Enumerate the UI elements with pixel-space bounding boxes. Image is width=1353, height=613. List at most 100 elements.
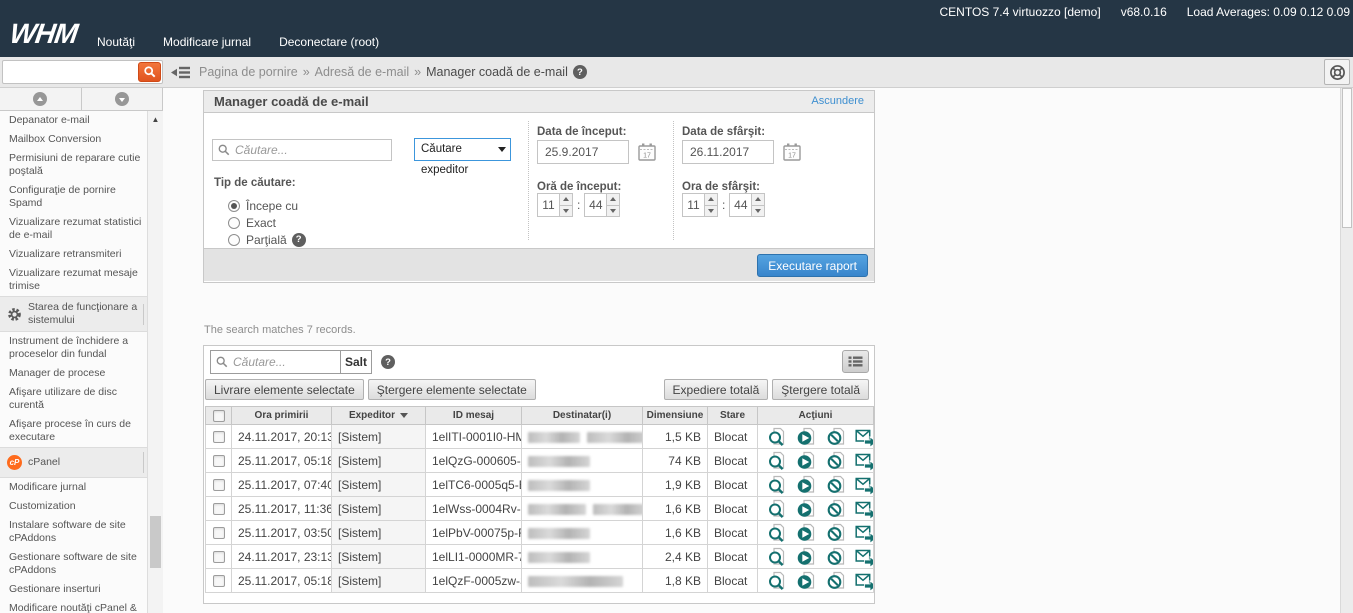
- sidebar-item[interactable]: Modificare jurnal: [0, 478, 163, 497]
- page-scrollbar-thumb[interactable]: [1342, 88, 1352, 228]
- sidebar-item[interactable]: Permisiuni de reparare cutie poştală: [0, 149, 163, 181]
- collapse-sidebar-icon[interactable]: [171, 65, 191, 80]
- unqueue-message-icon[interactable]: [826, 523, 846, 543]
- sidebar-item[interactable]: Modificare noutăţi cPanel & WHM: [0, 599, 163, 613]
- deliver-message-icon[interactable]: [796, 475, 816, 495]
- col-size[interactable]: Dimensiune: [643, 407, 708, 425]
- deliver-message-icon[interactable]: [796, 427, 816, 447]
- radio-starts-with[interactable]: Începe cu ?: [228, 197, 306, 214]
- view-message-icon[interactable]: [767, 499, 787, 519]
- calendar-icon[interactable]: 17: [638, 143, 656, 161]
- sidebar-scrollbar[interactable]: ▲: [147, 111, 163, 613]
- sidebar-scroll-down-button[interactable]: [82, 88, 164, 110]
- unqueue-message-icon[interactable]: [826, 571, 846, 591]
- sidebar-item[interactable]: Depanator e-mail: [0, 111, 163, 130]
- row-checkbox[interactable]: [213, 575, 225, 587]
- view-message-icon[interactable]: [767, 451, 787, 471]
- unqueue-message-icon[interactable]: [826, 499, 846, 519]
- col-received[interactable]: Ora primirii: [232, 407, 332, 425]
- hide-link[interactable]: Ascundere: [811, 91, 864, 112]
- col-recipients[interactable]: Destinatar(i): [522, 407, 643, 425]
- deliver-message-icon[interactable]: [796, 451, 816, 471]
- sidebar-item[interactable]: Customization: [0, 497, 163, 516]
- row-checkbox[interactable]: [213, 527, 225, 539]
- row-checkbox[interactable]: [213, 551, 225, 563]
- whm-logo[interactable]: WHM: [8, 18, 79, 50]
- unqueue-message-icon[interactable]: [826, 451, 846, 471]
- search-button[interactable]: [138, 62, 161, 82]
- nav-news[interactable]: Noutăţi: [97, 35, 135, 49]
- unqueue-message-icon[interactable]: [826, 475, 846, 495]
- sidebar-item[interactable]: Configuraţie de pornire Spamd: [0, 181, 163, 213]
- view-message-icon[interactable]: [767, 523, 787, 543]
- run-report-button[interactable]: Executare raport: [757, 254, 868, 277]
- quick-search-input[interactable]: [3, 63, 138, 81]
- view-message-icon[interactable]: [767, 427, 787, 447]
- deliver-message-icon[interactable]: [796, 547, 816, 567]
- view-message-icon[interactable]: [767, 475, 787, 495]
- sidebar-item[interactable]: Gestionare software de site cPAddons: [0, 548, 163, 580]
- list-view-button[interactable]: [842, 350, 869, 373]
- forward-message-icon[interactable]: [855, 499, 873, 519]
- sidebar-scroll-up-button[interactable]: [0, 88, 82, 110]
- start-minute-input[interactable]: 44: [584, 193, 607, 217]
- support-button[interactable]: [1324, 59, 1350, 85]
- delete-selected-button[interactable]: Ştergere elemente selectate: [368, 379, 536, 400]
- end-minute-input[interactable]: 44: [729, 193, 752, 217]
- go-button[interactable]: Salt: [340, 350, 372, 374]
- scrollbar-up-icon[interactable]: ▲: [148, 111, 163, 124]
- start-hour-input[interactable]: 11: [537, 193, 560, 217]
- deliver-message-icon[interactable]: [796, 523, 816, 543]
- end-date-input[interactable]: [682, 140, 774, 164]
- nav-logout[interactable]: Deconectare (root): [279, 35, 379, 49]
- end-hour-input[interactable]: 11: [682, 193, 705, 217]
- row-checkbox[interactable]: [213, 455, 225, 467]
- sidebar-item[interactable]: Mailbox Conversion: [0, 130, 163, 149]
- row-checkbox[interactable]: [213, 503, 225, 515]
- help-icon[interactable]: ?: [292, 233, 306, 247]
- sidebar-item[interactable]: Afişare procese în curs de executare: [0, 415, 163, 447]
- unqueue-message-icon[interactable]: [826, 547, 846, 567]
- select-all-checkbox[interactable]: [213, 410, 225, 422]
- help-icon[interactable]: ?: [381, 355, 395, 369]
- delete-all-button[interactable]: Ştergere totală: [772, 379, 869, 400]
- spinner-down-icon[interactable]: [559, 205, 573, 218]
- unqueue-message-icon[interactable]: [826, 427, 846, 447]
- spinner-down-icon[interactable]: [704, 205, 718, 218]
- forward-message-icon[interactable]: [855, 475, 873, 495]
- breadcrumb-help-icon[interactable]: ?: [573, 65, 587, 79]
- row-checkbox[interactable]: [213, 479, 225, 491]
- radio-exact[interactable]: Exact ?: [228, 214, 306, 231]
- deliver-all-button[interactable]: Expediere totală: [664, 379, 769, 400]
- queue-search-input[interactable]: [233, 142, 391, 158]
- spinner-down-icon[interactable]: [751, 205, 765, 218]
- sidebar-section[interactable]: cPcPanel∨: [0, 447, 163, 478]
- row-checkbox[interactable]: [213, 431, 225, 443]
- sidebar-item[interactable]: Manager de procese: [0, 364, 163, 383]
- breadcrumb-home[interactable]: Pagina de pornire: [199, 65, 298, 79]
- view-message-icon[interactable]: [767, 547, 787, 567]
- sidebar-item[interactable]: Instalare software de site cPAddons: [0, 516, 163, 548]
- spinner-down-icon[interactable]: [606, 205, 620, 218]
- col-state[interactable]: Stare: [708, 407, 758, 425]
- start-date-input[interactable]: [537, 140, 629, 164]
- forward-message-icon[interactable]: [855, 571, 873, 591]
- sidebar-section[interactable]: Starea de funcţionare a sistemului∨: [0, 296, 163, 332]
- forward-message-icon[interactable]: [855, 427, 873, 447]
- col-sender[interactable]: Expeditor: [332, 407, 426, 425]
- forward-message-icon[interactable]: [855, 451, 873, 471]
- sidebar-item[interactable]: Instrument de închidere a proceselor din…: [0, 332, 163, 364]
- calendar-icon[interactable]: 17: [783, 143, 801, 161]
- nav-change-log[interactable]: Modificare jurnal: [163, 35, 251, 49]
- sidebar-item[interactable]: Vizualizare retransmiteri: [0, 245, 163, 264]
- col-message-id[interactable]: ID mesaj: [426, 407, 522, 425]
- forward-message-icon[interactable]: [855, 547, 873, 567]
- deliver-message-icon[interactable]: [796, 571, 816, 591]
- page-scrollbar[interactable]: [1340, 88, 1353, 613]
- results-search-input[interactable]: [231, 354, 340, 370]
- forward-message-icon[interactable]: [855, 523, 873, 543]
- deliver-selected-button[interactable]: Livrare elemente selectate: [205, 379, 364, 400]
- sidebar-item[interactable]: Gestionare inserturi: [0, 580, 163, 599]
- view-message-icon[interactable]: [767, 571, 787, 591]
- search-filter-dropdown[interactable]: Căutare expeditor: [414, 138, 511, 161]
